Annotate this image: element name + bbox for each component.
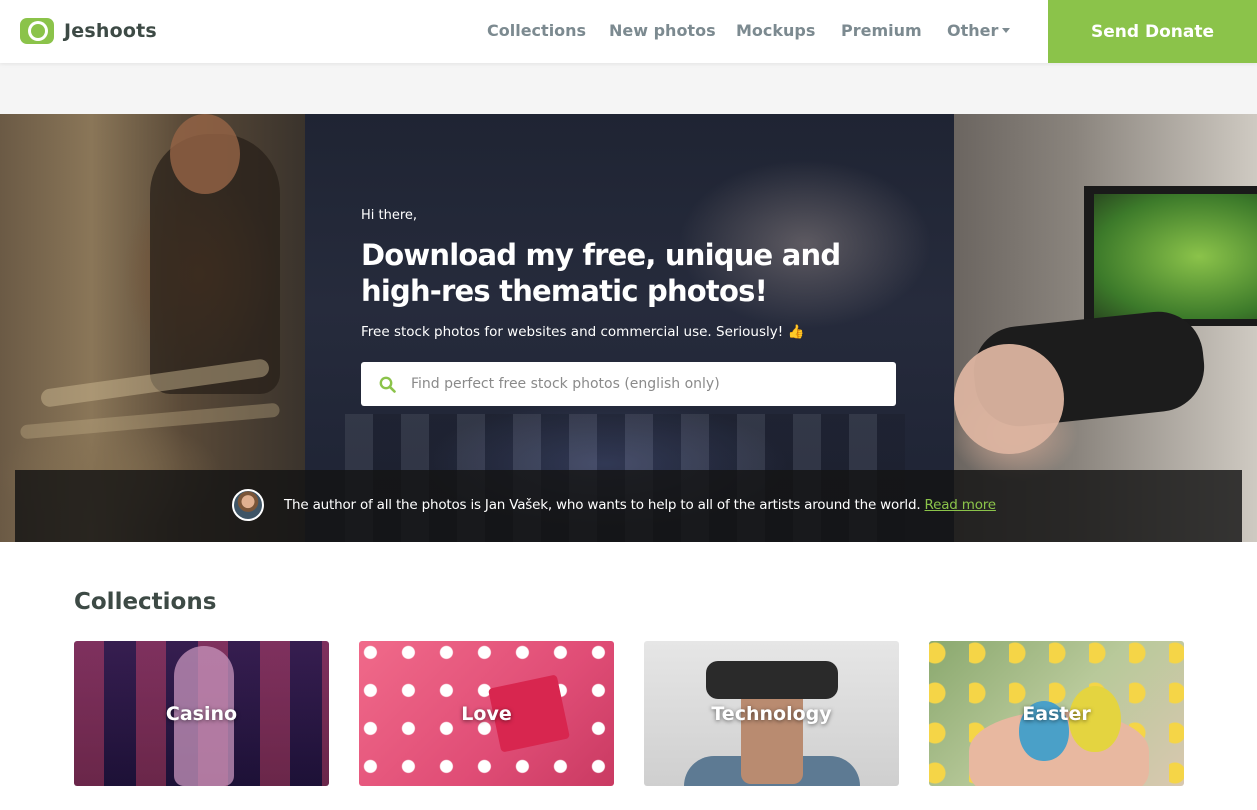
nav-item-premium[interactable]: Premium (841, 21, 922, 40)
collection-card-label: Casino (165, 702, 238, 725)
brand-logo[interactable]: Jeshoots (20, 17, 157, 45)
hero-title: Download my free, unique and high-res th… (361, 238, 841, 308)
read-more-link[interactable]: Read more (925, 497, 997, 513)
collection-card-label: Easter (1022, 702, 1091, 725)
author-avatar (232, 489, 264, 521)
collection-card-easter[interactable]: Easter (929, 641, 1184, 786)
nav-item-other-dropdown[interactable]: Other (947, 21, 1011, 40)
caret-down-icon (1002, 27, 1011, 33)
collection-card-label: Love (461, 702, 512, 725)
brand-name: Jeshoots (64, 20, 157, 42)
nav-item-other-label: Other (947, 21, 999, 40)
collection-card-label: Technology (711, 702, 832, 725)
hero-subtitle: Free stock photos for websites and comme… (361, 324, 805, 340)
collections-heading: Collections (74, 589, 217, 615)
search-icon[interactable] (379, 376, 396, 393)
nav-item-collections[interactable]: Collections (487, 21, 586, 40)
collection-card-casino[interactable]: Casino (74, 641, 329, 786)
hero-banner: Hi there, Download my free, unique and h… (0, 114, 1257, 542)
collection-card-technology[interactable]: Technology (644, 641, 899, 786)
author-info-bar: The author of all the photos is Jan Vaše… (15, 470, 1242, 542)
author-description: The author of all the photos is Jan Vaše… (284, 497, 921, 513)
nav-item-new-photos[interactable]: New photos (609, 21, 716, 40)
search-input[interactable] (411, 362, 881, 406)
author-info-text: The author of all the photos is Jan Vaše… (284, 497, 996, 513)
nav-item-mockups[interactable]: Mockups (736, 21, 815, 40)
brand-logo-icon (20, 18, 54, 44)
hero-greeting: Hi there, (361, 208, 418, 223)
collection-card-love[interactable]: Love (359, 641, 614, 786)
site-header: Jeshoots Collections New photos Mockups … (0, 0, 1257, 63)
photo-search-box (361, 362, 896, 406)
send-donate-button[interactable]: Send Donate (1048, 0, 1257, 63)
collections-section: Collections Casino Love Technology Easte… (0, 542, 1257, 810)
